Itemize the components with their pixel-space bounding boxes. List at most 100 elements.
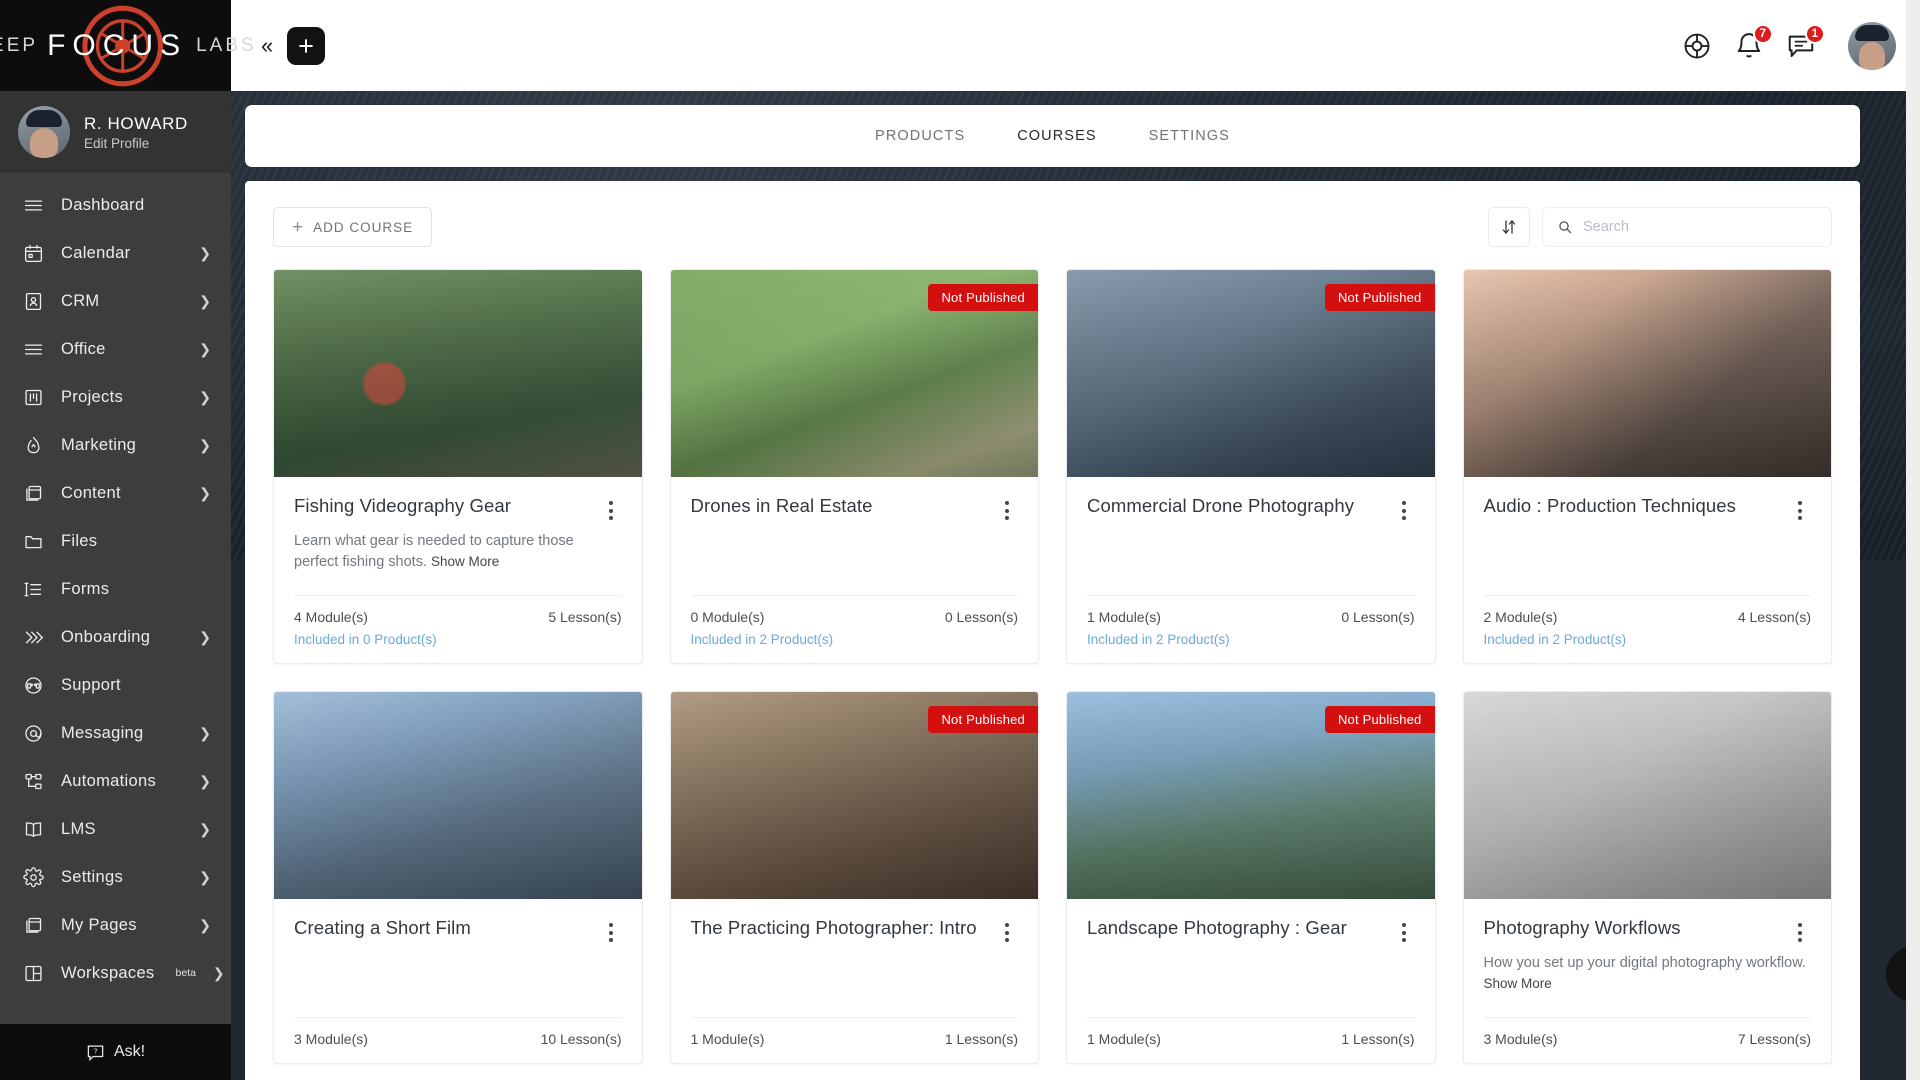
more-vertical-icon[interactable] bbox=[996, 495, 1018, 520]
included-products-link[interactable]: Included in 2 Product(s) bbox=[691, 632, 1019, 647]
brand-logo[interactable]: DEEP FOCUS LABS bbox=[0, 0, 231, 91]
sidebar-item-label: My Pages bbox=[61, 916, 182, 935]
more-vertical-icon[interactable] bbox=[1789, 495, 1811, 520]
brand-labs: LABS bbox=[196, 35, 257, 57]
more-vertical-icon[interactable] bbox=[1789, 917, 1811, 942]
course-grid: Fishing Videography GearLearn what gear … bbox=[273, 269, 1832, 1064]
tab-settings[interactable]: SETTINGS bbox=[1123, 105, 1256, 167]
course-title: Creating a Short Film bbox=[294, 917, 590, 940]
course-thumbnail[interactable]: Not Published bbox=[671, 270, 1039, 477]
included-products-link[interactable]: Included in 2 Product(s) bbox=[1484, 632, 1812, 647]
course-thumbnail[interactable]: Not Published bbox=[1067, 692, 1435, 899]
course-thumbnail[interactable] bbox=[274, 692, 642, 899]
sort-button[interactable] bbox=[1488, 207, 1530, 247]
module-count: 4 Module(s) bbox=[294, 609, 368, 625]
ask-button[interactable]: ? Ask! bbox=[0, 1024, 231, 1080]
chevron-right-icon: ❯ bbox=[199, 774, 211, 788]
sidebar-item-my-pages[interactable]: My Pages❯ bbox=[0, 901, 231, 949]
sidebar-item-calendar[interactable]: Calendar❯ bbox=[0, 229, 231, 277]
avatar[interactable] bbox=[18, 106, 70, 158]
add-course-button[interactable]: + ADD COURSE bbox=[273, 207, 432, 247]
course-footer: 3 Module(s)7 Lesson(s) bbox=[1484, 1017, 1812, 1063]
sidebar-item-content[interactable]: Content❯ bbox=[0, 469, 231, 517]
sidebar-item-messaging[interactable]: Messaging❯ bbox=[0, 709, 231, 757]
dashboard-icon bbox=[22, 194, 44, 216]
course-footer: 2 Module(s)4 Lesson(s)Included in 2 Prod… bbox=[1484, 595, 1812, 663]
sidebar-item-label: Projects bbox=[61, 388, 182, 407]
chevron-right-icon: ❯ bbox=[199, 486, 211, 500]
main-area: « bbox=[231, 0, 1920, 1080]
profile-block[interactable]: R. HOWARD Edit Profile bbox=[0, 91, 231, 173]
sidebar-item-crm[interactable]: CRM❯ bbox=[0, 277, 231, 325]
messages-button[interactable]: 1 bbox=[1786, 31, 1816, 61]
notifications-button[interactable]: 7 bbox=[1734, 31, 1764, 61]
course-thumbnail[interactable] bbox=[1464, 692, 1832, 899]
more-vertical-icon[interactable] bbox=[996, 917, 1018, 942]
chevron-right-icon: ❯ bbox=[199, 342, 211, 356]
module-count: 0 Module(s) bbox=[691, 609, 765, 625]
sidebar-item-label: Onboarding bbox=[61, 628, 182, 647]
course-card[interactable]: Fishing Videography GearLearn what gear … bbox=[273, 269, 643, 664]
course-card[interactable]: Not PublishedLandscape Photography : Gea… bbox=[1066, 691, 1436, 1064]
more-vertical-icon[interactable] bbox=[1393, 917, 1415, 942]
sidebar-item-label: LMS bbox=[61, 820, 182, 839]
messages-badge: 1 bbox=[1805, 24, 1825, 44]
sidebar-item-files[interactable]: Files bbox=[0, 517, 231, 565]
show-more-link[interactable]: Show More bbox=[431, 554, 499, 569]
sidebar-item-support[interactable]: Support bbox=[0, 661, 231, 709]
edit-profile-link[interactable]: Edit Profile bbox=[84, 136, 188, 151]
right-scroll-rail[interactable] bbox=[1906, 0, 1920, 1080]
course-card[interactable]: Audio : Production Techniques2 Module(s)… bbox=[1463, 269, 1833, 664]
status-badge: Not Published bbox=[1325, 706, 1435, 733]
course-footer: 0 Module(s)0 Lesson(s)Included in 2 Prod… bbox=[691, 595, 1019, 663]
beta-badge: beta bbox=[175, 967, 195, 979]
sidebar-nav: DashboardCalendar❯CRM❯Office❯Projects❯Ma… bbox=[0, 173, 231, 1024]
sidebar-item-projects[interactable]: Projects ❯ bbox=[0, 373, 231, 421]
quick-add-button[interactable] bbox=[287, 27, 325, 65]
sidebar-item-automations[interactable]: Automations❯ bbox=[0, 757, 231, 805]
chevron-right-icon: ❯ bbox=[199, 630, 211, 644]
course-thumbnail[interactable] bbox=[1464, 270, 1832, 477]
sidebar-item-workspaces[interactable]: Workspacesbeta❯ bbox=[0, 949, 231, 997]
tab-products[interactable]: PRODUCTS bbox=[849, 105, 991, 167]
support-lifebuoy-button[interactable] bbox=[1682, 31, 1712, 61]
headset-icon bbox=[22, 674, 44, 696]
chevron-right-icon: ❯ bbox=[199, 390, 211, 404]
sidebar-item-office[interactable]: Office❯ bbox=[0, 325, 231, 373]
sidebar-item-dashboard[interactable]: Dashboard bbox=[0, 181, 231, 229]
more-vertical-icon[interactable] bbox=[600, 917, 622, 942]
chevron-right-icon: ❯ bbox=[199, 438, 211, 452]
plus-icon: + bbox=[292, 218, 304, 237]
course-title: Commercial Drone Photography bbox=[1087, 495, 1383, 518]
included-products-link[interactable]: Included in 2 Product(s) bbox=[1087, 632, 1415, 647]
search-input[interactable] bbox=[1583, 219, 1817, 235]
chevron-right-icon: ❯ bbox=[199, 294, 211, 308]
included-products-link[interactable]: Included in 0 Product(s) bbox=[294, 632, 622, 647]
brand-focus: FOCUS bbox=[47, 29, 187, 63]
projects-icon bbox=[22, 386, 44, 408]
sidebar-item-label: Dashboard bbox=[61, 196, 211, 215]
gear-icon bbox=[22, 866, 44, 888]
sidebar-item-marketing[interactable]: Marketing❯ bbox=[0, 421, 231, 469]
lesson-count: 1 Lesson(s) bbox=[1341, 1031, 1414, 1047]
course-card[interactable]: Not PublishedThe Practicing Photographer… bbox=[670, 691, 1040, 1064]
course-card[interactable]: Not PublishedDrones in Real Estate0 Modu… bbox=[670, 269, 1040, 664]
course-body: Photography WorkflowsHow you set up your… bbox=[1464, 899, 1832, 1017]
course-card[interactable]: Creating a Short Film3 Module(s)10 Lesso… bbox=[273, 691, 643, 1064]
sidebar-item-settings[interactable]: Settings❯ bbox=[0, 853, 231, 901]
user-avatar-button[interactable] bbox=[1848, 22, 1896, 70]
course-thumbnail[interactable]: Not Published bbox=[1067, 270, 1435, 477]
course-thumbnail[interactable] bbox=[274, 270, 642, 477]
sidebar-item-lms[interactable]: LMS❯ bbox=[0, 805, 231, 853]
course-thumbnail[interactable]: Not Published bbox=[671, 692, 1039, 899]
sidebar-item-forms[interactable]: Forms bbox=[0, 565, 231, 613]
search-box[interactable] bbox=[1542, 207, 1832, 247]
show-more-link[interactable]: Show More bbox=[1484, 976, 1552, 991]
course-card[interactable]: Not Published Commercial Drone Photograph… bbox=[1066, 269, 1436, 664]
course-card[interactable]: Photography WorkflowsHow you set up your… bbox=[1463, 691, 1833, 1064]
tab-courses[interactable]: COURSES bbox=[991, 105, 1122, 167]
more-vertical-icon[interactable] bbox=[600, 495, 622, 520]
sidebar-item-onboarding[interactable]: Onboarding ❯ bbox=[0, 613, 231, 661]
course-body: Audio : Production Techniques bbox=[1464, 477, 1832, 595]
more-vertical-icon[interactable] bbox=[1393, 495, 1415, 520]
